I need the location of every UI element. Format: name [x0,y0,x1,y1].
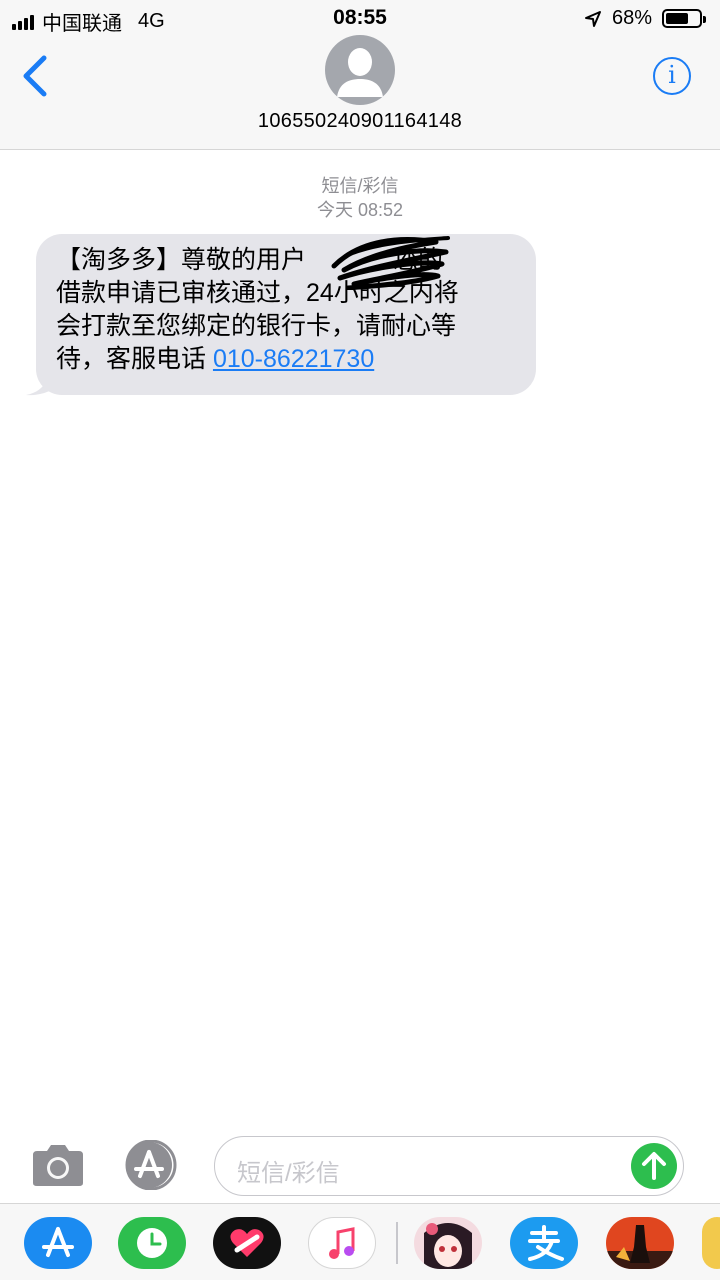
redaction-scribble [331,236,450,290]
anime-game-icon[interactable] [414,1217,482,1269]
message-line-2: 借款申请已审核通过，24小时之内将 [56,279,459,307]
app-drawer [0,1203,720,1280]
message-line-4: 待，客服电话 010-86221730 [56,343,520,376]
battery-fill [666,13,688,24]
phone-link[interactable]: 010-86221730 [213,345,374,373]
info-icon: i [668,61,676,89]
message-input[interactable]: 短信/彩信 [214,1136,684,1196]
camera-icon[interactable] [29,1143,87,1188]
partial-app-icon[interactable] [702,1217,720,1269]
message-text-a: 【淘多多】尊敬的用户 [56,246,307,274]
service-label: 短信/彩信 [321,176,399,196]
status-bar: 中国联通 4G 08:55 68% [0,0,720,36]
message-timestamp: 今天 08:52 [316,200,404,220]
info-button[interactable]: i [653,57,691,95]
app-store-icon[interactable] [24,1217,92,1269]
music-icon[interactable] [308,1217,376,1269]
clock-icon[interactable] [118,1217,186,1269]
contact-number[interactable]: 10655024090116414​8 [0,110,720,133]
message-line-1: 【淘多多】尊敬的用户 您的 [56,244,520,277]
back-chevron-icon[interactable] [18,54,52,98]
app-store-button-icon[interactable] [122,1140,184,1190]
header-area: 中国联通 4G 08:55 68% i 10655024090116414​8 [0,0,720,150]
alipay-icon[interactable] [510,1217,578,1269]
input-placeholder: 短信/彩信 [237,1160,340,1187]
message-line-3: 会打款至您绑定的银行卡，请耐心等 [56,312,457,340]
status-right: 68% [584,7,706,30]
send-button[interactable] [631,1143,677,1189]
battery-icon [662,9,706,28]
heart-icon[interactable] [213,1217,281,1269]
drawer-separator [396,1222,398,1264]
battery-percent: 68% [611,7,652,29]
action-game-icon[interactable] [606,1217,674,1269]
message-text-c: 待，客服电话 [56,345,213,373]
arrow-up-icon [642,1152,666,1180]
message-bubble[interactable]: 【淘多多】尊敬的用户 您的 借款申请已审核通过，24小时之内将 会打款至您绑定的… [36,234,536,395]
person-icon [337,48,383,97]
contact-avatar[interactable] [325,35,395,105]
location-arrow-icon [584,10,601,27]
